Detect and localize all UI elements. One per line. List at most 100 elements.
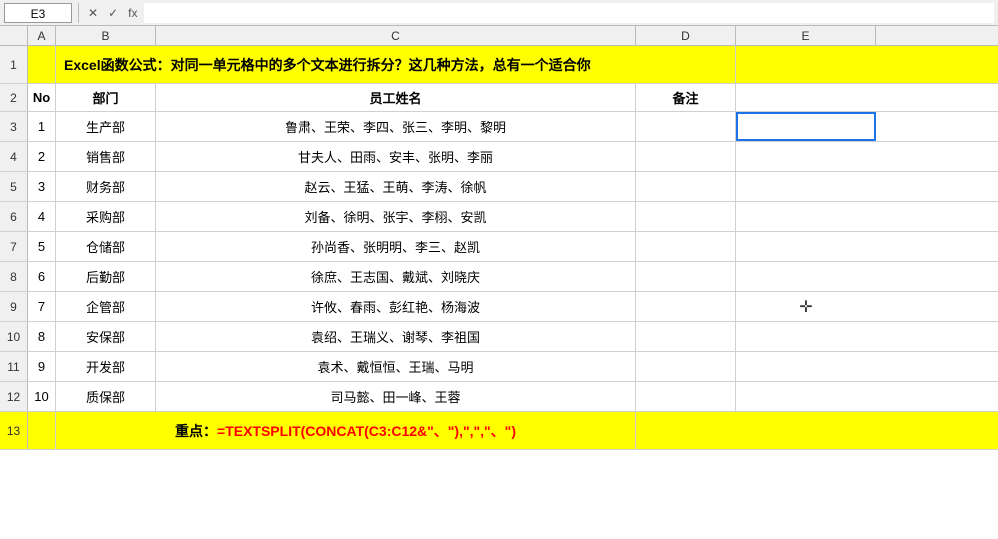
row-num-2: 2 [0, 84, 28, 111]
cell-a12[interactable]: 10 [28, 382, 56, 411]
formula-input[interactable] [144, 3, 994, 23]
cell-a10[interactable]: 8 [28, 322, 56, 351]
col-header-b[interactable]: B [56, 26, 156, 45]
cell-a13[interactable] [28, 412, 56, 449]
cell-d12[interactable] [636, 382, 736, 411]
cell-a8[interactable]: 6 [28, 262, 56, 291]
cell-a1[interactable] [28, 46, 56, 83]
cell-e10[interactable] [736, 322, 876, 351]
cell-e2[interactable] [736, 84, 876, 111]
cell-e9[interactable]: ✛ [736, 292, 876, 321]
formula-divider [78, 3, 79, 23]
sheet-row-3: 3 1 生产部 鲁肃、王荣、李四、张三、李明、黎明 [0, 112, 998, 142]
function-icon[interactable]: fx [125, 6, 140, 20]
cell-e6[interactable] [736, 202, 876, 231]
cell-c5[interactable]: 赵云、王猛、王萌、李涛、徐帆 [156, 172, 636, 201]
cell-e4[interactable] [736, 142, 876, 171]
cell-a9[interactable]: 7 [28, 292, 56, 321]
cell-d8[interactable] [636, 262, 736, 291]
cell-b5[interactable]: 财务部 [56, 172, 156, 201]
cell-d10[interactable] [636, 322, 736, 351]
cell-e7[interactable] [736, 232, 876, 261]
sheet-row-1: 1 Excel函数公式：对同一单元格中的多个文本进行拆分？这几种方法，总有一个适… [0, 46, 998, 84]
cell-b9[interactable]: 企管部 [56, 292, 156, 321]
cell-formula-merged: 重点： =TEXTSPLIT(CONCAT(C3:C12&"、"),",","、… [56, 412, 636, 449]
sheet-body: 1 Excel函数公式：对同一单元格中的多个文本进行拆分？这几种方法，总有一个适… [0, 46, 998, 450]
cell-b10[interactable]: 安保部 [56, 322, 156, 351]
row-num-5: 5 [0, 172, 28, 201]
spreadsheet: A B C D E 1 Excel函数公式：对同一单元格中的多个文本进行拆分？这… [0, 26, 998, 450]
row-num-3: 3 [0, 112, 28, 141]
row-num-6: 6 [0, 202, 28, 231]
sheet-row-10: 10 8 安保部 袁绍、王瑞义、谢琴、李祖国 [0, 322, 998, 352]
formula-content: =TEXTSPLIT(CONCAT(C3:C12&"、"),",","、") [217, 421, 516, 441]
cell-e12[interactable] [736, 382, 876, 411]
row-num-4: 4 [0, 142, 28, 171]
cell-e11[interactable] [736, 352, 876, 381]
cell-b4[interactable]: 销售部 [56, 142, 156, 171]
cell-d6[interactable] [636, 202, 736, 231]
sheet-row-5: 5 3 财务部 赵云、王猛、王萌、李涛、徐帆 [0, 172, 998, 202]
row-num-8: 8 [0, 262, 28, 291]
cell-c11[interactable]: 袁术、戴恒恒、王瑞、马明 [156, 352, 636, 381]
cell-e13[interactable] [636, 412, 776, 449]
sheet-row-11: 11 9 开发部 袁术、戴恒恒、王瑞、马明 [0, 352, 998, 382]
cell-c12[interactable]: 司马懿、田一峰、王蓉 [156, 382, 636, 411]
cell-b8[interactable]: 后勤部 [56, 262, 156, 291]
cell-b12[interactable]: 质保部 [56, 382, 156, 411]
cell-reference-box[interactable]: E3 [4, 3, 72, 23]
cell-d9[interactable] [636, 292, 736, 321]
cell-b6[interactable]: 采购部 [56, 202, 156, 231]
cell-a6[interactable]: 4 [28, 202, 56, 231]
cell-c10[interactable]: 袁绍、王瑞义、谢琴、李祖国 [156, 322, 636, 351]
cell-c9[interactable]: 许攸、春雨、彭红艳、杨海波 [156, 292, 636, 321]
confirm-icon[interactable]: ✓ [105, 6, 121, 20]
sheet-row-6: 6 4 采购部 刘备、徐明、张宇、李栩、安凯 [0, 202, 998, 232]
cell-d5[interactable] [636, 172, 736, 201]
cell-b11[interactable]: 开发部 [56, 352, 156, 381]
cell-c2[interactable]: 员工姓名 [156, 84, 636, 111]
cell-b2[interactable]: 部门 [56, 84, 156, 111]
cell-e5[interactable] [736, 172, 876, 201]
cell-a5[interactable]: 3 [28, 172, 56, 201]
col-header-a[interactable]: A [28, 26, 56, 45]
sheet-row-4: 4 2 销售部 甘夫人、田雨、安丰、张明、李丽 [0, 142, 998, 172]
cell-a2[interactable]: No [28, 84, 56, 111]
sheet-row-9: 9 7 企管部 许攸、春雨、彭红艳、杨海波 ✛ [0, 292, 998, 322]
cell-a7[interactable]: 5 [28, 232, 56, 261]
formula-label-prefix: 重点： [175, 421, 217, 441]
cell-c6[interactable]: 刘备、徐明、张宇、李栩、安凯 [156, 202, 636, 231]
cell-a4[interactable]: 2 [28, 142, 56, 171]
cell-a3[interactable]: 1 [28, 112, 56, 141]
sheet-row-7: 7 5 仓储部 孙尚香、张明明、李三、赵凯 [0, 232, 998, 262]
cell-e1[interactable] [736, 46, 876, 83]
row-num-12: 12 [0, 382, 28, 411]
cell-b7[interactable]: 仓储部 [56, 232, 156, 261]
cell-c7[interactable]: 孙尚香、张明明、李三、赵凯 [156, 232, 636, 261]
sheet-row-8: 8 6 后勤部 徐庶、王志国、戴斌、刘晓庆 [0, 262, 998, 292]
sheet-row-13: 13 重点： =TEXTSPLIT(CONCAT(C3:C12&"、"),","… [0, 412, 998, 450]
row-num-7: 7 [0, 232, 28, 261]
cell-b3[interactable]: 生产部 [56, 112, 156, 141]
col-header-d[interactable]: D [636, 26, 736, 45]
cursor-cross-icon: ✛ [742, 294, 870, 319]
cell-d7[interactable] [636, 232, 736, 261]
cell-d2[interactable]: 备注 [636, 84, 736, 111]
col-header-e[interactable]: E [736, 26, 876, 45]
cell-d11[interactable] [636, 352, 736, 381]
cell-d4[interactable] [636, 142, 736, 171]
col-header-c[interactable]: C [156, 26, 636, 45]
cell-e8[interactable] [736, 262, 876, 291]
cell-d3[interactable] [636, 112, 736, 141]
sheet-row-2: 2 No 部门 员工姓名 备注 [0, 84, 998, 112]
cell-a11[interactable]: 9 [28, 352, 56, 381]
cell-title-merged: Excel函数公式：对同一单元格中的多个文本进行拆分？这几种方法，总有一个适合你 [56, 46, 736, 83]
cancel-icon[interactable]: ✕ [85, 6, 101, 20]
row-num-1: 1 [0, 46, 28, 83]
row-num-13: 13 [0, 412, 28, 449]
cell-c3[interactable]: 鲁肃、王荣、李四、张三、李明、黎明 [156, 112, 636, 141]
row-num-11: 11 [0, 352, 28, 381]
cell-e3[interactable] [736, 112, 876, 141]
cell-c4[interactable]: 甘夫人、田雨、安丰、张明、李丽 [156, 142, 636, 171]
cell-c8[interactable]: 徐庶、王志国、戴斌、刘晓庆 [156, 262, 636, 291]
